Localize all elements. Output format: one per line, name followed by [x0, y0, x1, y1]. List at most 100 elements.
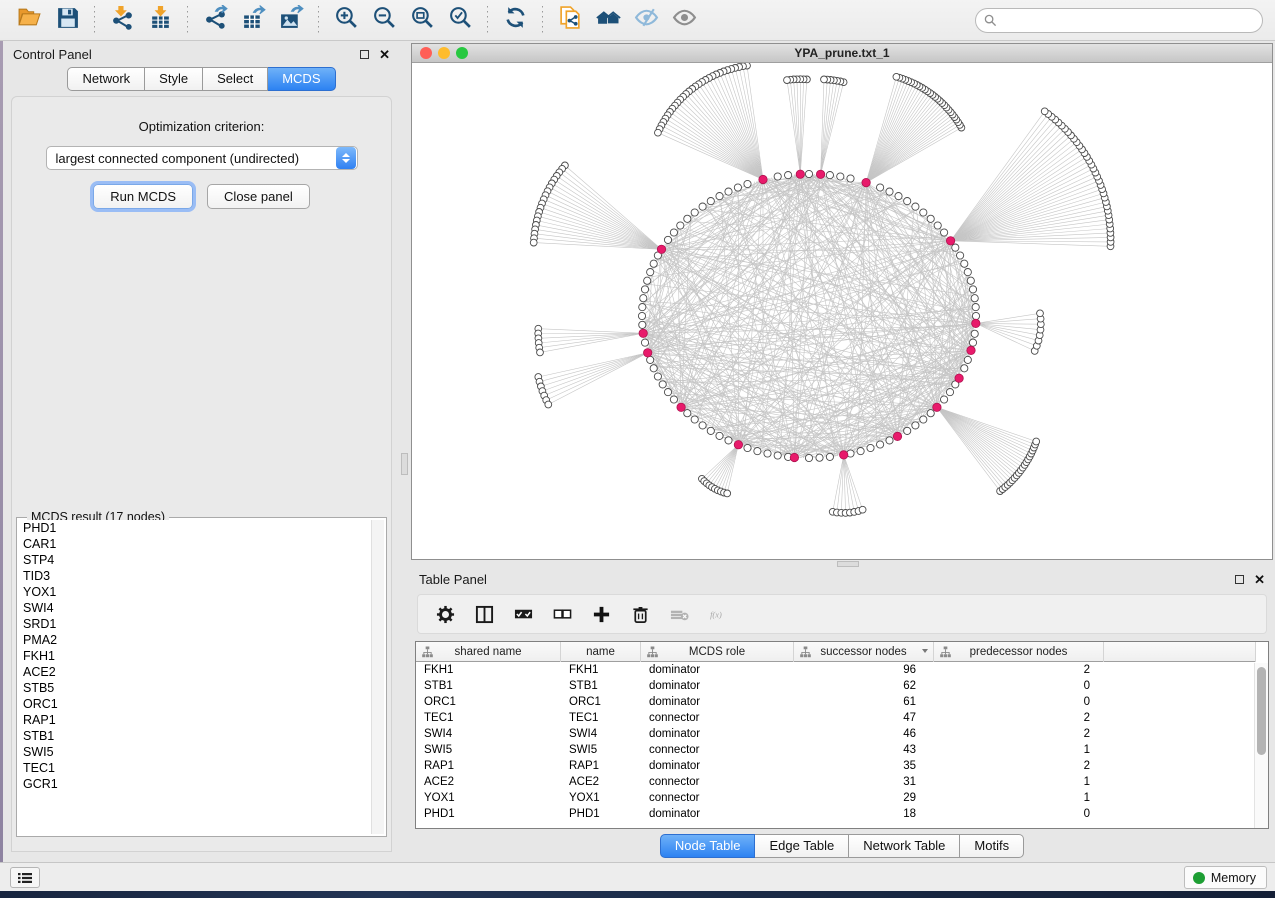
cell-empty [1104, 710, 1256, 726]
search-box[interactable] [975, 8, 1263, 33]
zoom-in-button[interactable] [329, 4, 363, 36]
mcds-result-item[interactable]: TID3 [19, 568, 370, 584]
table-row[interactable]: YOX1YOX1connector291 [416, 790, 1256, 806]
network-window-titlebar[interactable]: YPA_prune.txt_1 [412, 44, 1272, 63]
table-row[interactable]: FKH1FKH1dominator962 [416, 662, 1256, 678]
table-row[interactable]: RAP1RAP1dominator352 [416, 758, 1256, 774]
tab-select[interactable]: Select [203, 67, 268, 91]
zoom-fit-button[interactable] [405, 4, 439, 36]
refresh-view-button[interactable] [498, 4, 532, 36]
mcds-result-item[interactable]: STB5 [19, 680, 370, 696]
table-row[interactable]: PHD1PHD1dominator180 [416, 806, 1256, 822]
export-table-button[interactable] [236, 4, 270, 36]
close-table-panel-icon[interactable]: ✕ [1254, 575, 1265, 584]
mcds-result-item[interactable]: FKH1 [19, 648, 370, 664]
tab-mcds[interactable]: MCDS [268, 67, 335, 91]
search-input[interactable] [1003, 11, 1262, 31]
delete-row-button[interactable] [631, 605, 650, 624]
horizontal-splitter-handle[interactable] [837, 561, 859, 567]
tab-edge-table[interactable]: Edge Table [755, 834, 849, 858]
memory-button[interactable]: Memory [1184, 866, 1267, 889]
column-header-MCDS-role[interactable]: MCDS role [641, 642, 794, 662]
cell-successor_nodes: 62 [794, 678, 934, 694]
table-row[interactable]: SWI4SWI4dominator462 [416, 726, 1256, 742]
tab-network-table[interactable]: Network Table [849, 834, 960, 858]
float-panel-icon[interactable] [360, 50, 369, 59]
control-panel-tabbar: NetworkStyleSelectMCDS [3, 67, 400, 91]
optimization-criterion-select[interactable]: largest connected component (undirected) [46, 146, 358, 170]
save-session-button[interactable] [50, 4, 84, 36]
mcds-result-item[interactable]: YOX1 [19, 584, 370, 600]
window-close-button[interactable] [420, 47, 432, 59]
zoom-selected-button[interactable] [443, 4, 477, 36]
mcds-result-item[interactable]: PHD1 [19, 520, 370, 536]
vertical-splitter[interactable] [400, 41, 409, 862]
select-all-button[interactable] [514, 605, 533, 624]
unselect-all-icon [553, 605, 572, 624]
window-minimize-button[interactable] [438, 47, 450, 59]
unselect-all-button[interactable] [553, 605, 572, 624]
export-image-button[interactable] [274, 4, 308, 36]
hide-selected-button[interactable] [629, 4, 663, 36]
control-panel: Control Panel ✕ NetworkStyleSelectMCDS O… [3, 41, 400, 862]
tab-network[interactable]: Network [67, 67, 145, 91]
tab-node-table[interactable]: Node Table [660, 834, 756, 858]
table-row[interactable]: TEC1TEC1connector472 [416, 710, 1256, 726]
settings-gear-button[interactable] [436, 605, 455, 624]
table-scrollbar[interactable] [1254, 663, 1268, 828]
mcds-result-item[interactable]: SWI5 [19, 744, 370, 760]
table-row[interactable]: ACE2ACE2connector311 [416, 774, 1256, 790]
mcds-result-item[interactable]: SRD1 [19, 616, 370, 632]
mcds-list-scrollbar[interactable] [371, 520, 384, 834]
table-row[interactable]: SWI5SWI5connector431 [416, 742, 1256, 758]
column-header-empty [1104, 642, 1256, 662]
open-file-button[interactable] [12, 4, 46, 36]
table-row[interactable]: ORC1ORC1dominator610 [416, 694, 1256, 710]
window-zoom-button[interactable] [456, 47, 468, 59]
first-neighbors-button[interactable] [591, 4, 625, 36]
mcds-result-item[interactable]: GCR1 [19, 776, 370, 792]
toolbar-separator [187, 6, 188, 34]
add-row-button[interactable] [592, 605, 611, 624]
mcds-result-item[interactable]: SWI4 [19, 600, 370, 616]
mcds-result-item[interactable]: STP4 [19, 552, 370, 568]
export-network-button[interactable] [198, 4, 232, 36]
run-mcds-button[interactable]: Run MCDS [93, 184, 193, 209]
close-panel-icon[interactable]: ✕ [379, 50, 390, 59]
mcds-result-item[interactable]: TEC1 [19, 760, 370, 776]
mcds-result-item[interactable]: RAP1 [19, 712, 370, 728]
cell-shared_name: SWI5 [416, 742, 561, 758]
mcds-result-item[interactable]: CAR1 [19, 536, 370, 552]
table-row[interactable]: STB1STB1dominator620 [416, 678, 1256, 694]
vertical-splitter-handle[interactable] [401, 453, 408, 475]
column-header-predecessor-nodes[interactable]: predecessor nodes [934, 642, 1104, 662]
import-network-button[interactable] [105, 4, 139, 36]
import-table-button[interactable] [143, 4, 177, 36]
cell-shared_name: ORC1 [416, 694, 561, 710]
show-all-button[interactable] [667, 4, 701, 36]
tab-motifs[interactable]: Motifs [960, 834, 1024, 858]
close-panel-button[interactable]: Close panel [207, 184, 310, 209]
cell-successor_nodes: 46 [794, 726, 934, 742]
cell-successor_nodes: 43 [794, 742, 934, 758]
show-panels-button[interactable] [10, 867, 40, 888]
column-header-name[interactable]: name [561, 642, 641, 662]
mcds-result-item[interactable]: ACE2 [19, 664, 370, 680]
horizontal-splitter[interactable] [409, 560, 1275, 568]
float-table-panel-icon[interactable] [1235, 575, 1244, 584]
tab-style[interactable]: Style [145, 67, 203, 91]
mcds-result-list[interactable]: PHD1CAR1STP4TID3YOX1SWI4SRD1PMA2FKH1ACE2… [19, 520, 370, 834]
column-header-successor-nodes[interactable]: successor nodes [794, 642, 934, 662]
mcds-result-item[interactable]: STB1 [19, 728, 370, 744]
clone-network-button[interactable] [553, 4, 587, 36]
zoom-fit-icon [410, 5, 435, 35]
table-scrollbar-thumb[interactable] [1257, 667, 1266, 755]
zoom-out-button[interactable] [367, 4, 401, 36]
cell-name: SWI4 [561, 726, 641, 742]
show-columns-button[interactable] [475, 605, 494, 624]
mcds-result-item[interactable]: ORC1 [19, 696, 370, 712]
mcds-result-item[interactable]: PMA2 [19, 632, 370, 648]
export-table-icon [241, 5, 266, 35]
column-header-shared-name[interactable]: shared name [416, 642, 561, 662]
network-canvas[interactable] [412, 63, 1272, 559]
